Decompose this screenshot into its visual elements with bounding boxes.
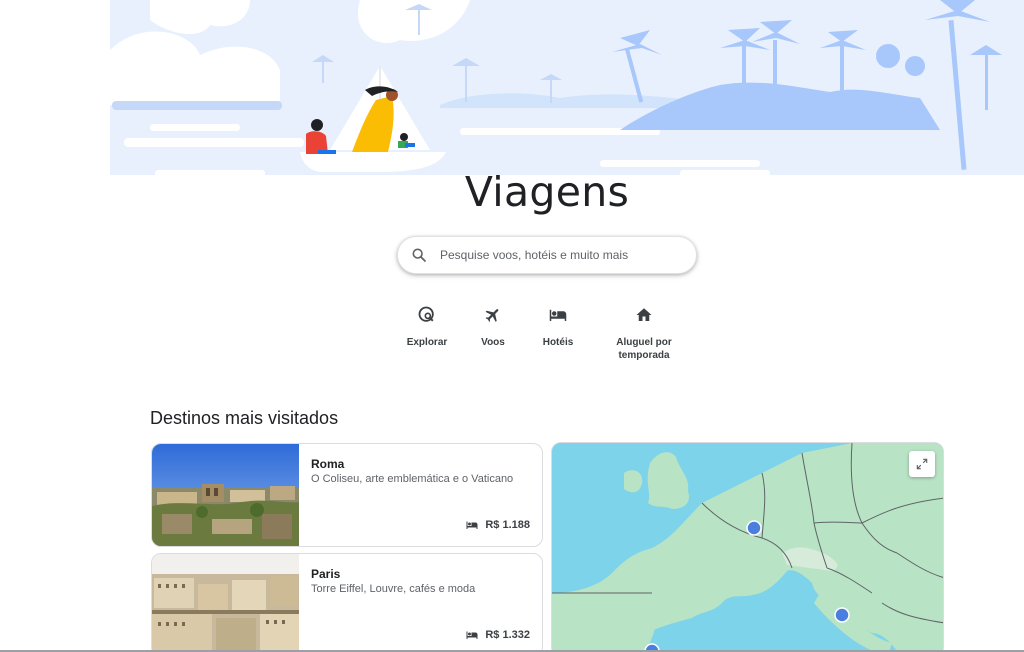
quick-link-explore[interactable]: Explorar	[402, 304, 452, 349]
price-value: R$ 1.332	[485, 629, 530, 641]
quick-link-label-line1: Aluguel por	[616, 337, 672, 348]
section-title: Destinos mais visitados	[150, 408, 339, 428]
page-title: Viagens	[464, 168, 630, 216]
map-expand-button[interactable]	[909, 451, 935, 477]
destination-card-rome[interactable]: Roma O Coliseu, arte emblemática e o Vat…	[151, 443, 543, 547]
quick-link-hotels[interactable]: Hotéis	[533, 304, 583, 349]
quick-link-label: Hotéis	[542, 337, 574, 348]
quick-link-label: Explorar	[406, 337, 448, 348]
destination-price: R$ 1.188	[465, 519, 530, 531]
search-box[interactable]	[397, 236, 697, 274]
destination-description: O Coliseu, arte emblemática e o Vaticano	[311, 473, 514, 485]
flight-icon	[468, 304, 518, 326]
quick-link-flights[interactable]: Voos	[468, 304, 518, 349]
quick-link-label: Aluguel por temporada	[608, 336, 680, 362]
home-icon	[608, 304, 680, 326]
quick-links: Explorar Voos Hotéis Aluguel por tempora…	[0, 304, 1024, 364]
quick-link-vacation-rentals[interactable]: Aluguel por temporada	[608, 304, 680, 362]
destination-description: Torre Eiffel, Louvre, cafés e moda	[311, 583, 476, 595]
paris-photo	[152, 554, 299, 652]
hotel-icon	[466, 521, 478, 529]
map-marker-paris[interactable]	[746, 520, 762, 536]
destination-name: Roma	[311, 457, 345, 471]
quick-link-label: Voos	[481, 337, 505, 348]
destinations-map[interactable]	[551, 442, 944, 652]
search-input[interactable]	[440, 248, 696, 262]
quick-link-label-line2: temporada	[618, 350, 670, 361]
destination-price: R$ 1.332	[465, 629, 530, 641]
price-value: R$ 1.188	[485, 519, 530, 531]
expand-icon	[916, 458, 928, 470]
search-icon[interactable]	[411, 245, 431, 265]
hotel-icon	[466, 631, 478, 639]
destination-card-paris[interactable]: Paris Torre Eiffel, Louvre, cafés e moda…	[151, 553, 543, 652]
destination-name: Paris	[311, 567, 341, 581]
explore-icon	[402, 304, 452, 326]
rome-photo	[152, 444, 299, 546]
map-marker-rome[interactable]	[834, 607, 850, 623]
hotel-icon	[533, 304, 583, 326]
